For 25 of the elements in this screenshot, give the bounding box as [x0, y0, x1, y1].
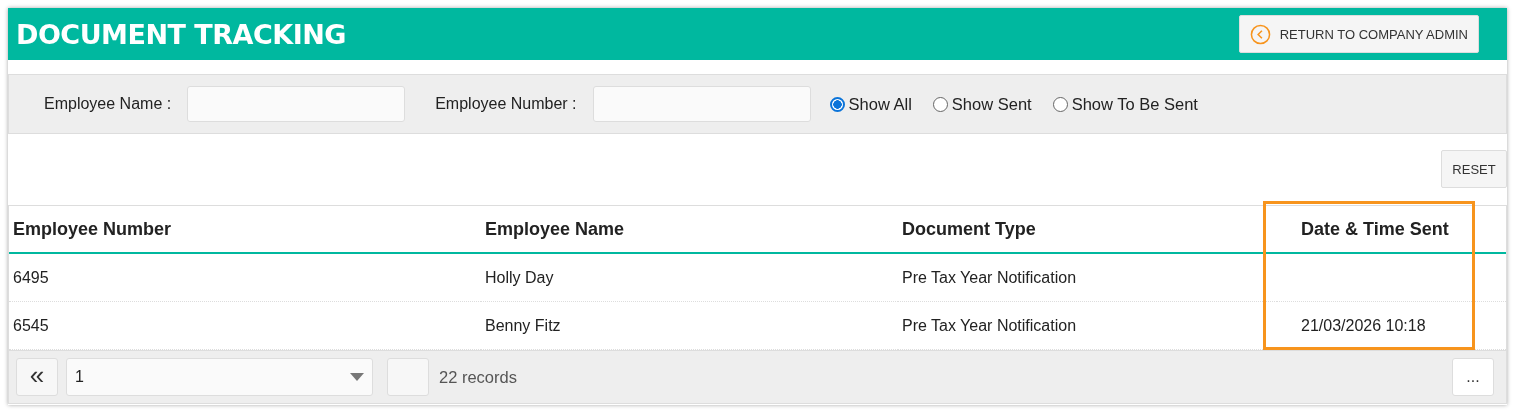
radio-button[interactable]: [1052, 96, 1068, 112]
table-cell: Pre Tax Year Notification: [898, 254, 1277, 302]
column-header: Document Type: [898, 206, 1277, 254]
page-select[interactable]: 1: [66, 358, 373, 396]
radio-label[interactable]: Show Sent: [951, 94, 1032, 114]
radio-button[interactable]: [829, 96, 845, 112]
dropdown-caret-icon: [350, 372, 364, 382]
reset-button[interactable]: RESET: [1441, 150, 1507, 188]
field-label: Employee Name :: [44, 95, 172, 113]
record-count: 22 records: [439, 367, 517, 387]
radio-label[interactable]: Show To Be Sent: [1071, 94, 1198, 114]
radio-button[interactable]: [932, 96, 948, 112]
more-button[interactable]: ...: [1452, 358, 1494, 396]
page-title: DOCUMENT TRACKING: [16, 18, 346, 50]
table-cell: 6495: [9, 254, 481, 302]
column-header: Employee Number: [9, 206, 481, 254]
input-field[interactable]: [187, 86, 406, 122]
column-header: Date & Time Sent: [1277, 206, 1506, 254]
radio-label[interactable]: Show All: [848, 94, 912, 114]
column-header: Employee Name: [481, 206, 898, 254]
field-label: Employee Number :: [435, 95, 577, 113]
input-field[interactable]: [592, 86, 811, 122]
table-cell: Holly Day: [481, 254, 898, 302]
first-page-button[interactable]: «: [16, 358, 58, 396]
return-button[interactable]: RETURN TO COMPANY ADMIN: [1238, 15, 1479, 53]
